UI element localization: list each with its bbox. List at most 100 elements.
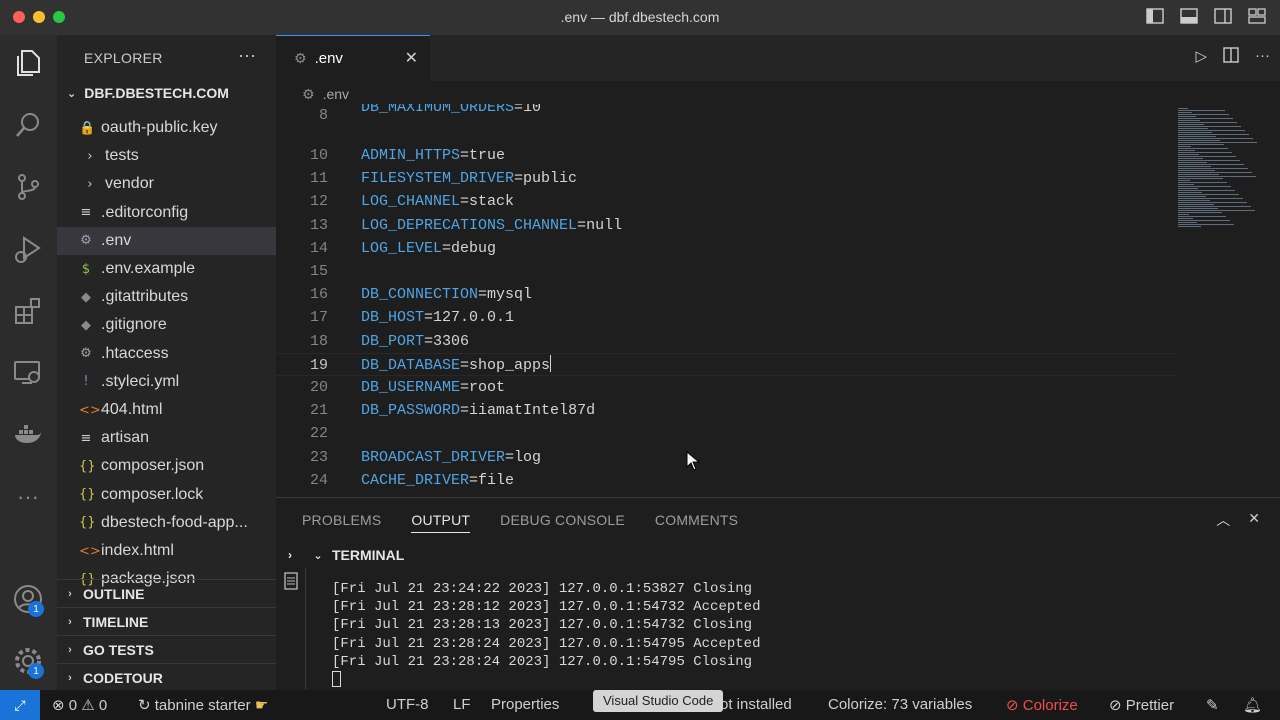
- tree-item[interactable]: › tests: [57, 142, 276, 170]
- extensions-icon[interactable]: [10, 293, 46, 329]
- tabnine-icon: ↻: [138, 697, 151, 714]
- prettier-status[interactable]: ⊘ Prettier: [1109, 696, 1174, 714]
- minimap[interactable]: [1176, 104, 1280, 496]
- code-line[interactable]: 8 DB_MAXIMUM_ORDERS=10: [276, 104, 1176, 124]
- tree-item[interactable]: <> 404.html: [57, 396, 276, 424]
- code-line[interactable]: 22: [276, 422, 1176, 445]
- panel-tab[interactable]: DEBUG CONSOLE: [500, 512, 625, 533]
- close-icon[interactable]: ✕: [405, 48, 418, 68]
- remote-indicator[interactable]: ⤢: [0, 690, 40, 720]
- tree-item[interactable]: ! .styleci.yml: [57, 368, 276, 396]
- accounts-icon[interactable]: 1: [10, 581, 46, 617]
- manage-gear-icon[interactable]: 1: [10, 643, 46, 679]
- env-key: CACHE_DRIVER: [361, 471, 470, 489]
- search-icon[interactable]: [10, 107, 46, 143]
- feedback-icon[interactable]: ✎: [1206, 696, 1219, 714]
- title-bar: .env — dbf.dbestech.com: [0, 0, 1280, 35]
- code-line[interactable]: 14 LOG_LEVEL=debug: [276, 237, 1176, 260]
- tree-item[interactable]: ◆ .gitignore: [57, 311, 276, 339]
- docker-icon[interactable]: [10, 417, 46, 453]
- tabnine-status[interactable]: ↻ tabnine starter ☛: [138, 696, 268, 714]
- tree-item-label: oauth-public.key: [101, 119, 218, 136]
- panel-tab[interactable]: PROBLEMS: [302, 512, 381, 533]
- tree-item[interactable]: ≡ .editorconfig: [57, 199, 276, 227]
- code-line[interactable]: 21 DB_PASSWORD=iiamatIntel87d: [276, 399, 1176, 422]
- tab-env[interactable]: ⚙ .env ✕: [276, 35, 430, 81]
- encoding-status[interactable]: UTF-8: [386, 696, 429, 713]
- equals-sign: =: [505, 448, 515, 466]
- tree-item[interactable]: ⚙ .htaccess: [57, 340, 276, 368]
- tree-item[interactable]: $ .env.example: [57, 255, 276, 283]
- close-panel-icon[interactable]: ✕: [1248, 510, 1260, 530]
- code-line[interactable]: 20 DB_USERNAME=root: [276, 376, 1176, 399]
- tree-item[interactable]: › vendor: [57, 170, 276, 198]
- tree-item[interactable]: 🔒 oauth-public.key: [57, 114, 276, 142]
- code-editor[interactable]: 8 DB_MAXIMUM_ORDERS=10 10 ADMIN_HTTPS=true 1…: [276, 104, 1176, 496]
- output-list-icon[interactable]: [284, 572, 298, 595]
- prettier-label: Prettier: [1125, 697, 1175, 714]
- minimap-line: [1178, 122, 1237, 123]
- panel-tab[interactable]: OUTPUT: [411, 512, 471, 533]
- maximize-panel-icon[interactable]: ︿: [1216, 510, 1230, 530]
- code-line[interactable]: 23 BROADCAST_DRIVER=log: [276, 446, 1176, 469]
- run-debug-icon[interactable]: [10, 231, 46, 267]
- code-line[interactable]: 15: [276, 260, 1176, 283]
- tree-item[interactable]: ≡ artisan: [57, 424, 276, 452]
- toggle-secondary-sidebar-icon[interactable]: [1214, 8, 1234, 26]
- env-value: file: [478, 471, 515, 489]
- source-control-icon[interactable]: [10, 169, 46, 205]
- sidebar-section[interactable]: › GO TESTS: [57, 635, 276, 663]
- code-line[interactable]: 16 DB_CONNECTION=mysql: [276, 283, 1176, 306]
- remote-explorer-icon[interactable]: [10, 355, 46, 391]
- file-icon: ◆: [81, 317, 91, 333]
- sidebar-section[interactable]: › TIMELINE: [57, 607, 276, 635]
- colorize-label: Colorize: [1022, 697, 1078, 714]
- panel-tab[interactable]: COMMENTS: [655, 512, 738, 533]
- more-icon[interactable]: ···: [10, 479, 46, 515]
- code-text: CACHE_DRIVER=file: [361, 469, 514, 492]
- tree-item[interactable]: {} composer.lock: [57, 481, 276, 509]
- terminal-output[interactable]: [Fri Jul 21 23:24:22 2023] 127.0.0.1:538…: [332, 580, 760, 690]
- notifications-bell-icon[interactable]: 🔔︎: [1243, 696, 1262, 714]
- tree-item[interactable]: <> index.html: [57, 537, 276, 565]
- code-line[interactable]: 24 CACHE_DRIVER=file: [276, 469, 1176, 492]
- tree-item[interactable]: {} composer.json: [57, 452, 276, 480]
- manage-badge: 1: [28, 663, 44, 679]
- minimap-line: [1178, 210, 1255, 211]
- colorize-variables-status[interactable]: Colorize: 73 variables: [828, 696, 972, 713]
- explorer-icon[interactable]: [10, 45, 46, 81]
- colorize-status[interactable]: ⊘ Colorize: [1006, 696, 1078, 714]
- sidebar-section[interactable]: › CODETOUR: [57, 663, 276, 691]
- code-line[interactable]: 13 LOG_DEPRECATIONS_CHANNEL=null: [276, 214, 1176, 237]
- run-icon[interactable]: ▷: [1195, 47, 1207, 67]
- minimap-line: [1178, 150, 1195, 151]
- more-actions-icon[interactable]: ···: [1255, 47, 1270, 67]
- code-line[interactable]: 19 DB_DATABASE=shop_apps: [276, 352, 1176, 376]
- tree-item[interactable]: ⚙ .env: [57, 226, 276, 255]
- minimap-line: [1178, 196, 1206, 197]
- explorer-more-icon[interactable]: ···: [238, 45, 256, 66]
- toggle-sidebar-icon[interactable]: [1146, 8, 1166, 26]
- terminal-header[interactable]: › ⌄ TERMINAL: [276, 543, 1280, 567]
- env-key: BROADCAST_DRIVER: [361, 448, 506, 466]
- env-value: 10: [523, 104, 542, 116]
- eol-status[interactable]: LF: [453, 696, 471, 713]
- terminal-prompt-cursor[interactable]: [332, 671, 760, 690]
- code-line[interactable]: 11 FILESYSTEM_DRIVER=public: [276, 167, 1176, 190]
- toggle-panel-icon[interactable]: [1180, 8, 1200, 26]
- tree-item[interactable]: ◆ .gitattributes: [57, 283, 276, 311]
- env-key: LOG_CHANNEL: [361, 193, 461, 211]
- env-key: LOG_LEVEL: [361, 239, 443, 257]
- code-line[interactable]: 17 DB_HOST=127.0.0.1: [276, 306, 1176, 329]
- code-line[interactable]: 18 DB_PORT=3306: [276, 330, 1176, 353]
- problems-status[interactable]: ⊗ 0 ⚠ 0: [52, 696, 107, 714]
- customize-layout-icon[interactable]: [1248, 8, 1268, 26]
- split-editor-icon[interactable]: [1223, 47, 1239, 67]
- language-status[interactable]: Properties: [491, 696, 559, 713]
- tree-item[interactable]: {} dbestech-food-app...: [57, 509, 276, 537]
- workspace-root[interactable]: ⌄ DBF.DBESTECH.COM: [57, 81, 276, 105]
- code-line[interactable]: 10 ADMIN_HTTPS=true: [276, 144, 1176, 167]
- code-line[interactable]: 12 LOG_CHANNEL=stack: [276, 190, 1176, 213]
- not-installed-status[interactable]: ot installed: [720, 696, 792, 713]
- sidebar-section[interactable]: › OUTLINE: [57, 579, 276, 607]
